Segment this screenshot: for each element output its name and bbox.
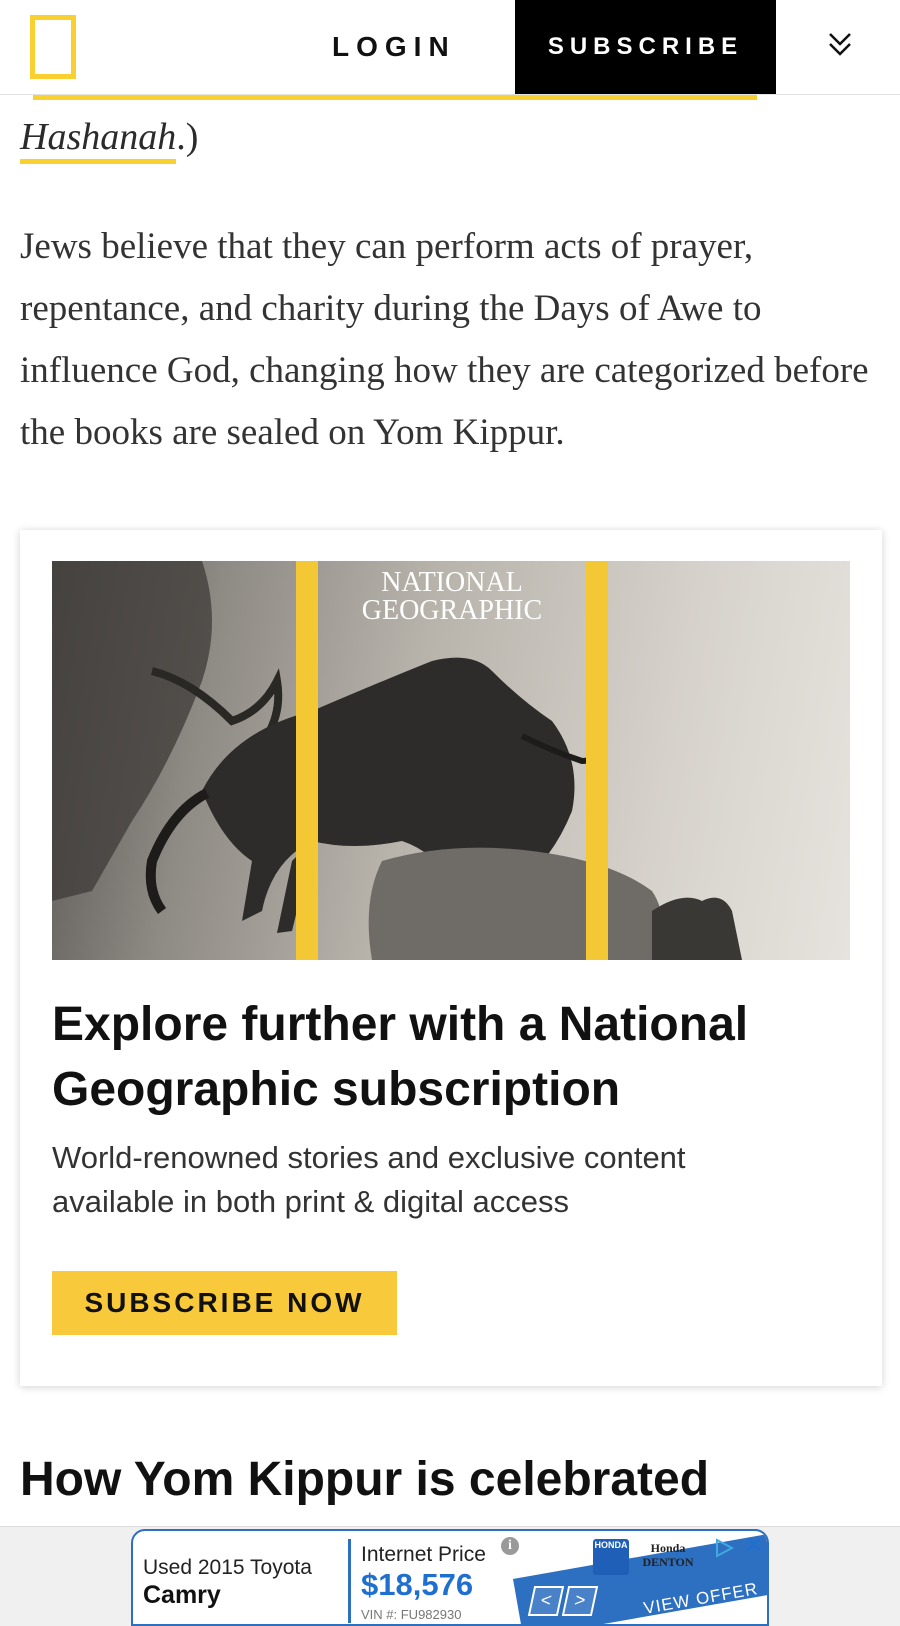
chevron-right-icon[interactable]: >: [561, 1586, 599, 1616]
natgeo-logo[interactable]: [30, 15, 76, 79]
adchoices-icon[interactable]: [713, 1537, 735, 1559]
ad-used-car-label: Used 2015 Toyota: [143, 1556, 312, 1579]
site-header: LOGIN SUBSCRIBE: [0, 0, 900, 95]
info-icon[interactable]: i: [501, 1537, 519, 1555]
subscribe-now-button[interactable]: SUBSCRIBE NOW: [52, 1271, 397, 1335]
ad-dealer-name: Honda DENTON: [642, 1541, 694, 1569]
subscribe-button[interactable]: SUBSCRIBE: [515, 0, 776, 94]
login-link[interactable]: LOGIN: [332, 26, 482, 68]
subscription-promo-card: NATIONAL GEOGRAPHIC Explore further with…: [20, 530, 882, 1386]
hashanah-link[interactable]: Hashanah: [20, 116, 177, 164]
close-icon[interactable]: ✕: [743, 1534, 765, 1558]
magazine-cover-image[interactable]: NATIONAL GEOGRAPHIC: [52, 561, 850, 960]
article-text-fragment: Hashanah.): [20, 112, 199, 164]
closing-paren: .): [176, 116, 199, 158]
promo-title: Explore further with a National Geograph…: [52, 998, 749, 1116]
promo-description: World-renowned stories and exclusive con…: [52, 1140, 686, 1219]
magazine-brand-text: NATIONAL GEOGRAPHIC: [361, 567, 543, 626]
ad-divider: [348, 1539, 351, 1623]
menu-chevron-icon[interactable]: [820, 26, 860, 66]
ad-vin: VIN #: FU982930: [361, 1607, 462, 1622]
honda-logo-icon: HONDA: [593, 1539, 629, 1575]
chevron-left-icon[interactable]: <: [527, 1586, 565, 1616]
ad-price: $18,576: [361, 1567, 474, 1602]
section-heading: How Yom Kippur is celebrated: [20, 1453, 710, 1506]
magazine-yellow-border-left: [296, 561, 318, 960]
link-underline: [33, 95, 757, 100]
car-dealer-ad[interactable]: Used 2015 Toyota Camry Internet Price $1…: [131, 1529, 769, 1626]
magazine-yellow-border-right: [586, 561, 608, 960]
ad-car-model: Camry: [143, 1581, 221, 1609]
article-paragraph: Jews believe that they can perform acts …: [20, 226, 869, 453]
ad-price-label: Internet Price: [361, 1543, 486, 1566]
